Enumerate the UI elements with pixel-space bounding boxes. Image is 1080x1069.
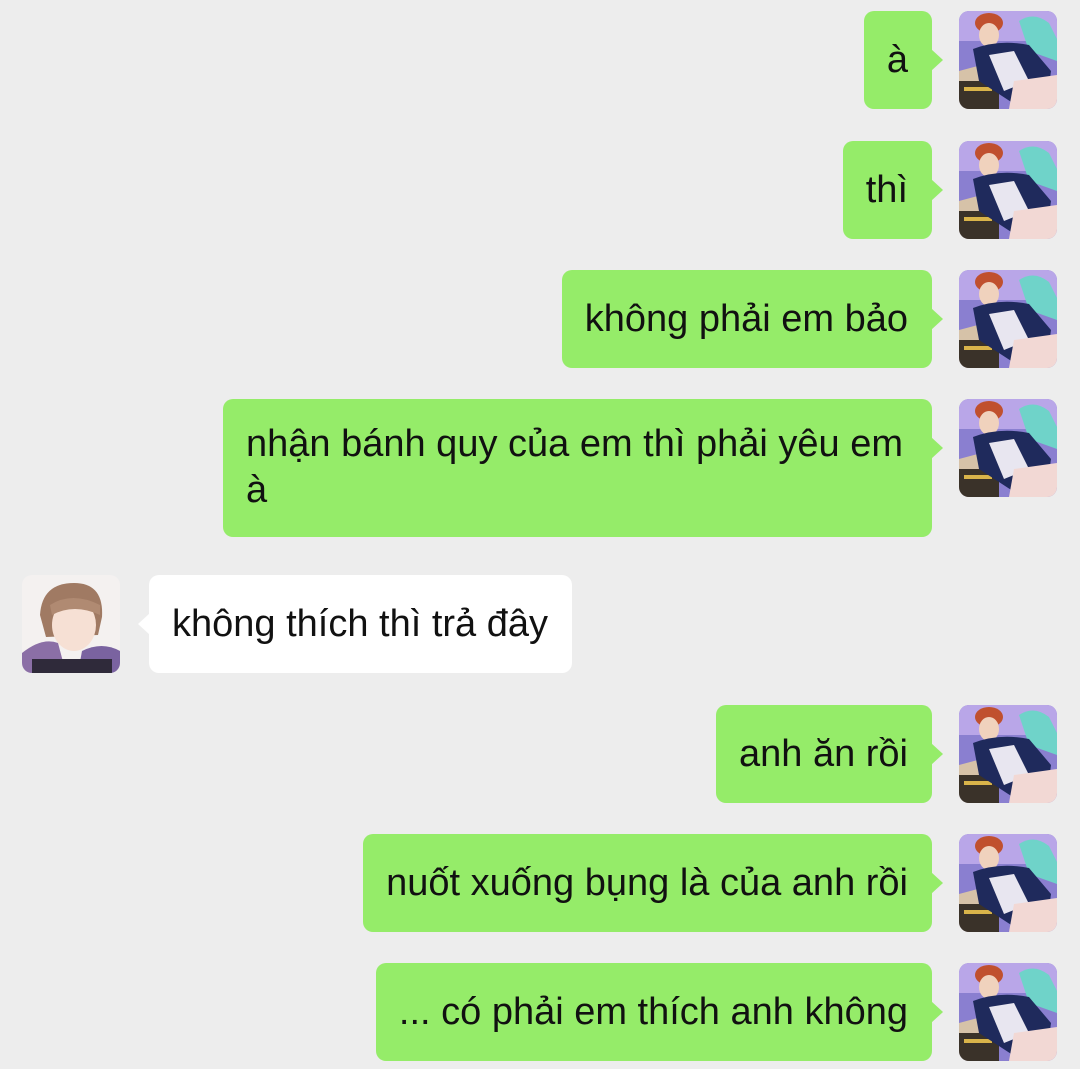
- message-bubble-sent[interactable]: anh ăn rồi: [715, 705, 944, 803]
- message-text: à: [886, 39, 908, 81]
- contact-avatar[interactable]: [22, 575, 120, 673]
- message-text: nuốt xuống bụng là của anh rồi: [386, 862, 908, 904]
- my-avatar[interactable]: [959, 705, 1057, 803]
- message-bubble-sent[interactable]: thì: [842, 141, 944, 239]
- contact-avatar-image: [22, 575, 120, 673]
- my-avatar-image: [959, 705, 1057, 803]
- message-bubble-sent[interactable]: nuốt xuống bụng là của anh rồi: [363, 834, 943, 932]
- my-avatar-image: [959, 399, 1057, 497]
- my-avatar-image: [959, 834, 1057, 932]
- my-avatar-image: [959, 11, 1057, 109]
- message-text: thì: [865, 169, 908, 211]
- my-avatar[interactable]: [959, 11, 1057, 109]
- message-bubble-sent[interactable]: không phải em bảo: [561, 270, 944, 368]
- message-bubble-sent[interactable]: nhận bánh quy của em thì phải yêu em à: [223, 399, 943, 537]
- message-bubble-received[interactable]: không thích thì trả đây: [137, 575, 573, 673]
- message-text: anh ăn rồi: [738, 733, 908, 775]
- message-text: không thích thì trả đây: [172, 603, 549, 645]
- message-text: ... có phải em thích anh không: [398, 991, 908, 1033]
- my-avatar-image: [959, 141, 1057, 239]
- my-avatar[interactable]: [959, 963, 1057, 1061]
- message-bubble-sent[interactable]: à: [863, 11, 944, 109]
- my-avatar[interactable]: [959, 270, 1057, 368]
- my-avatar[interactable]: [959, 141, 1057, 239]
- my-avatar-image: [959, 270, 1057, 368]
- message-bubble-sent[interactable]: ... có phải em thích anh không: [375, 963, 944, 1061]
- message-text: nhận bánh quy của em thì phải yêu em à: [246, 423, 904, 511]
- my-avatar-image: [959, 963, 1057, 1061]
- message-text: không phải em bảo: [584, 298, 908, 340]
- my-avatar[interactable]: [959, 834, 1057, 932]
- my-avatar[interactable]: [959, 399, 1057, 497]
